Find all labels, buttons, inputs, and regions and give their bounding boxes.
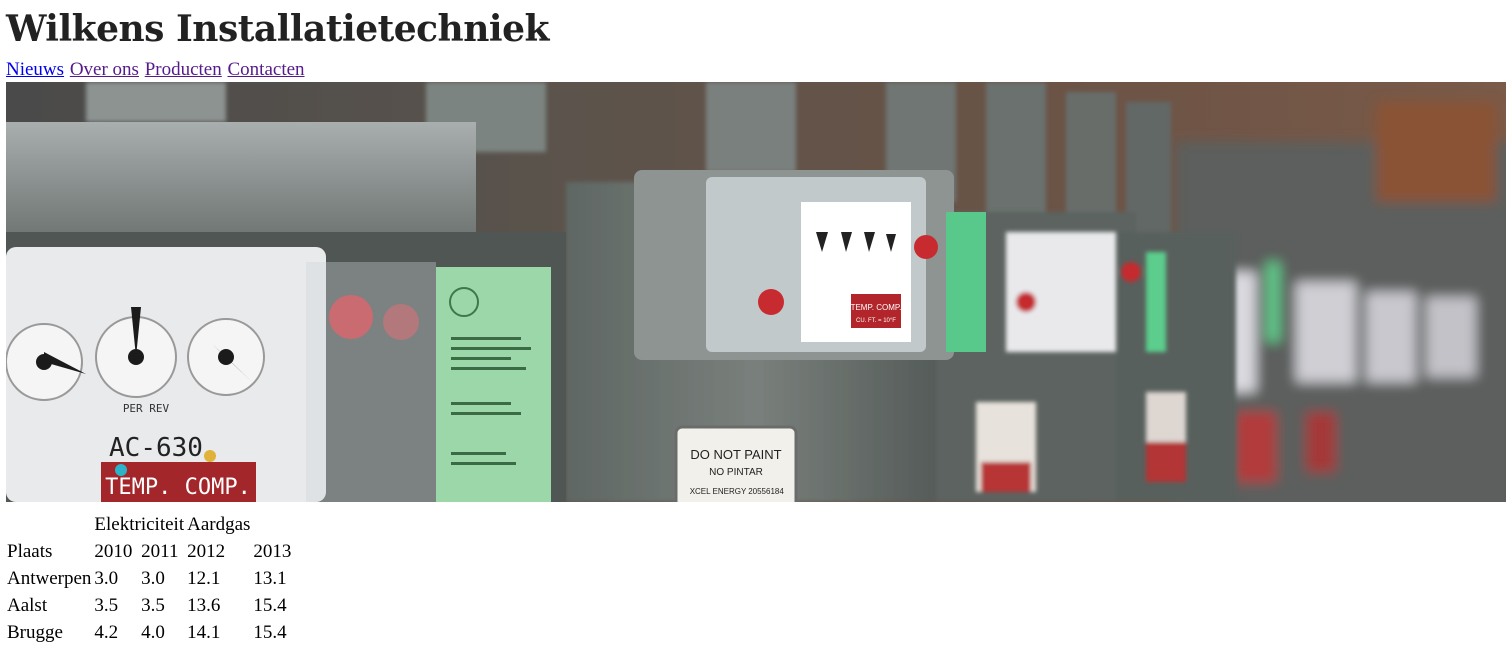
value-cell: 4.2: [94, 622, 119, 643]
nav-link-nieuws[interactable]: Nieuws: [6, 59, 64, 80]
table-row: Aalst 3.5 3.5 13.6 15.4: [7, 593, 291, 619]
group-header-aardgas: Aardgas: [187, 514, 251, 535]
column-header-year: 2013: [253, 541, 292, 562]
value-cell: 13.1: [253, 568, 287, 589]
table-group-header-row: Elektriciteit Aardgas: [7, 512, 291, 538]
value-cell: 3.0: [141, 568, 165, 589]
value-cell: 3.0: [94, 568, 119, 589]
place-cell: Antwerpen: [7, 568, 92, 589]
value-cell: 3.5: [94, 595, 119, 616]
group-header-elektriciteit: Elektriciteit: [94, 514, 185, 535]
column-header-year: 2010: [94, 541, 133, 562]
main-nav: Nieuws Over ons Producten Contacten: [6, 58, 1503, 82]
table-row: Antwerpen 3.0 3.0 12.1 13.1: [7, 566, 291, 592]
value-cell: 12.1: [187, 568, 221, 589]
gas-meters-photo: TEMP. COMP. CU. FT. = 10°F DO NOT PAINT …: [6, 82, 1506, 502]
value-cell: 13.6: [187, 595, 221, 616]
value-cell: 4.0: [141, 622, 165, 643]
nav-link-over-ons[interactable]: Over ons: [70, 59, 139, 80]
nav-link-producten[interactable]: Producten: [145, 59, 222, 80]
value-cell: 3.5: [141, 595, 165, 616]
table-row: Brugge 4.2 4.0 14.1 15.4: [7, 620, 291, 646]
svg-text:PER REV: PER REV: [123, 402, 170, 415]
column-header-plaats: Plaats: [7, 541, 53, 562]
place-cell: Brugge: [7, 622, 63, 643]
svg-text:TEMP. COMP.: TEMP. COMP.: [851, 303, 902, 312]
svg-text:AC-630: AC-630: [109, 433, 203, 463]
site-title: Wilkens Installatietechniek: [6, 8, 549, 50]
svg-text:CU. FT. = 10°F: CU. FT. = 10°F: [856, 318, 896, 324]
svg-text:TEMP. COMP.: TEMP. COMP.: [105, 475, 251, 500]
value-cell: 15.4: [253, 595, 287, 616]
column-header-year: 2011: [141, 541, 179, 562]
value-cell: 14.1: [187, 622, 221, 643]
svg-text:20556184: 20556184: [748, 487, 784, 496]
svg-text:NO PINTAR: NO PINTAR: [709, 467, 763, 478]
value-cell: 15.4: [253, 622, 287, 643]
banner-image: TEMP. COMP. CU. FT. = 10°F DO NOT PAINT …: [6, 82, 1506, 502]
column-header-year: 2012: [187, 541, 226, 562]
table-header-row: Plaats 2010 2011 2012 2013: [7, 539, 291, 565]
nav-link-contacten[interactable]: Contacten: [228, 59, 305, 80]
energy-table: Elektriciteit Aardgas Plaats 2010 2011 2…: [4, 511, 294, 647]
svg-text:XCEL ENERGY: XCEL ENERGY: [690, 487, 747, 496]
svg-text:DO NOT PAINT: DO NOT PAINT: [690, 447, 781, 462]
place-cell: Aalst: [7, 595, 48, 616]
